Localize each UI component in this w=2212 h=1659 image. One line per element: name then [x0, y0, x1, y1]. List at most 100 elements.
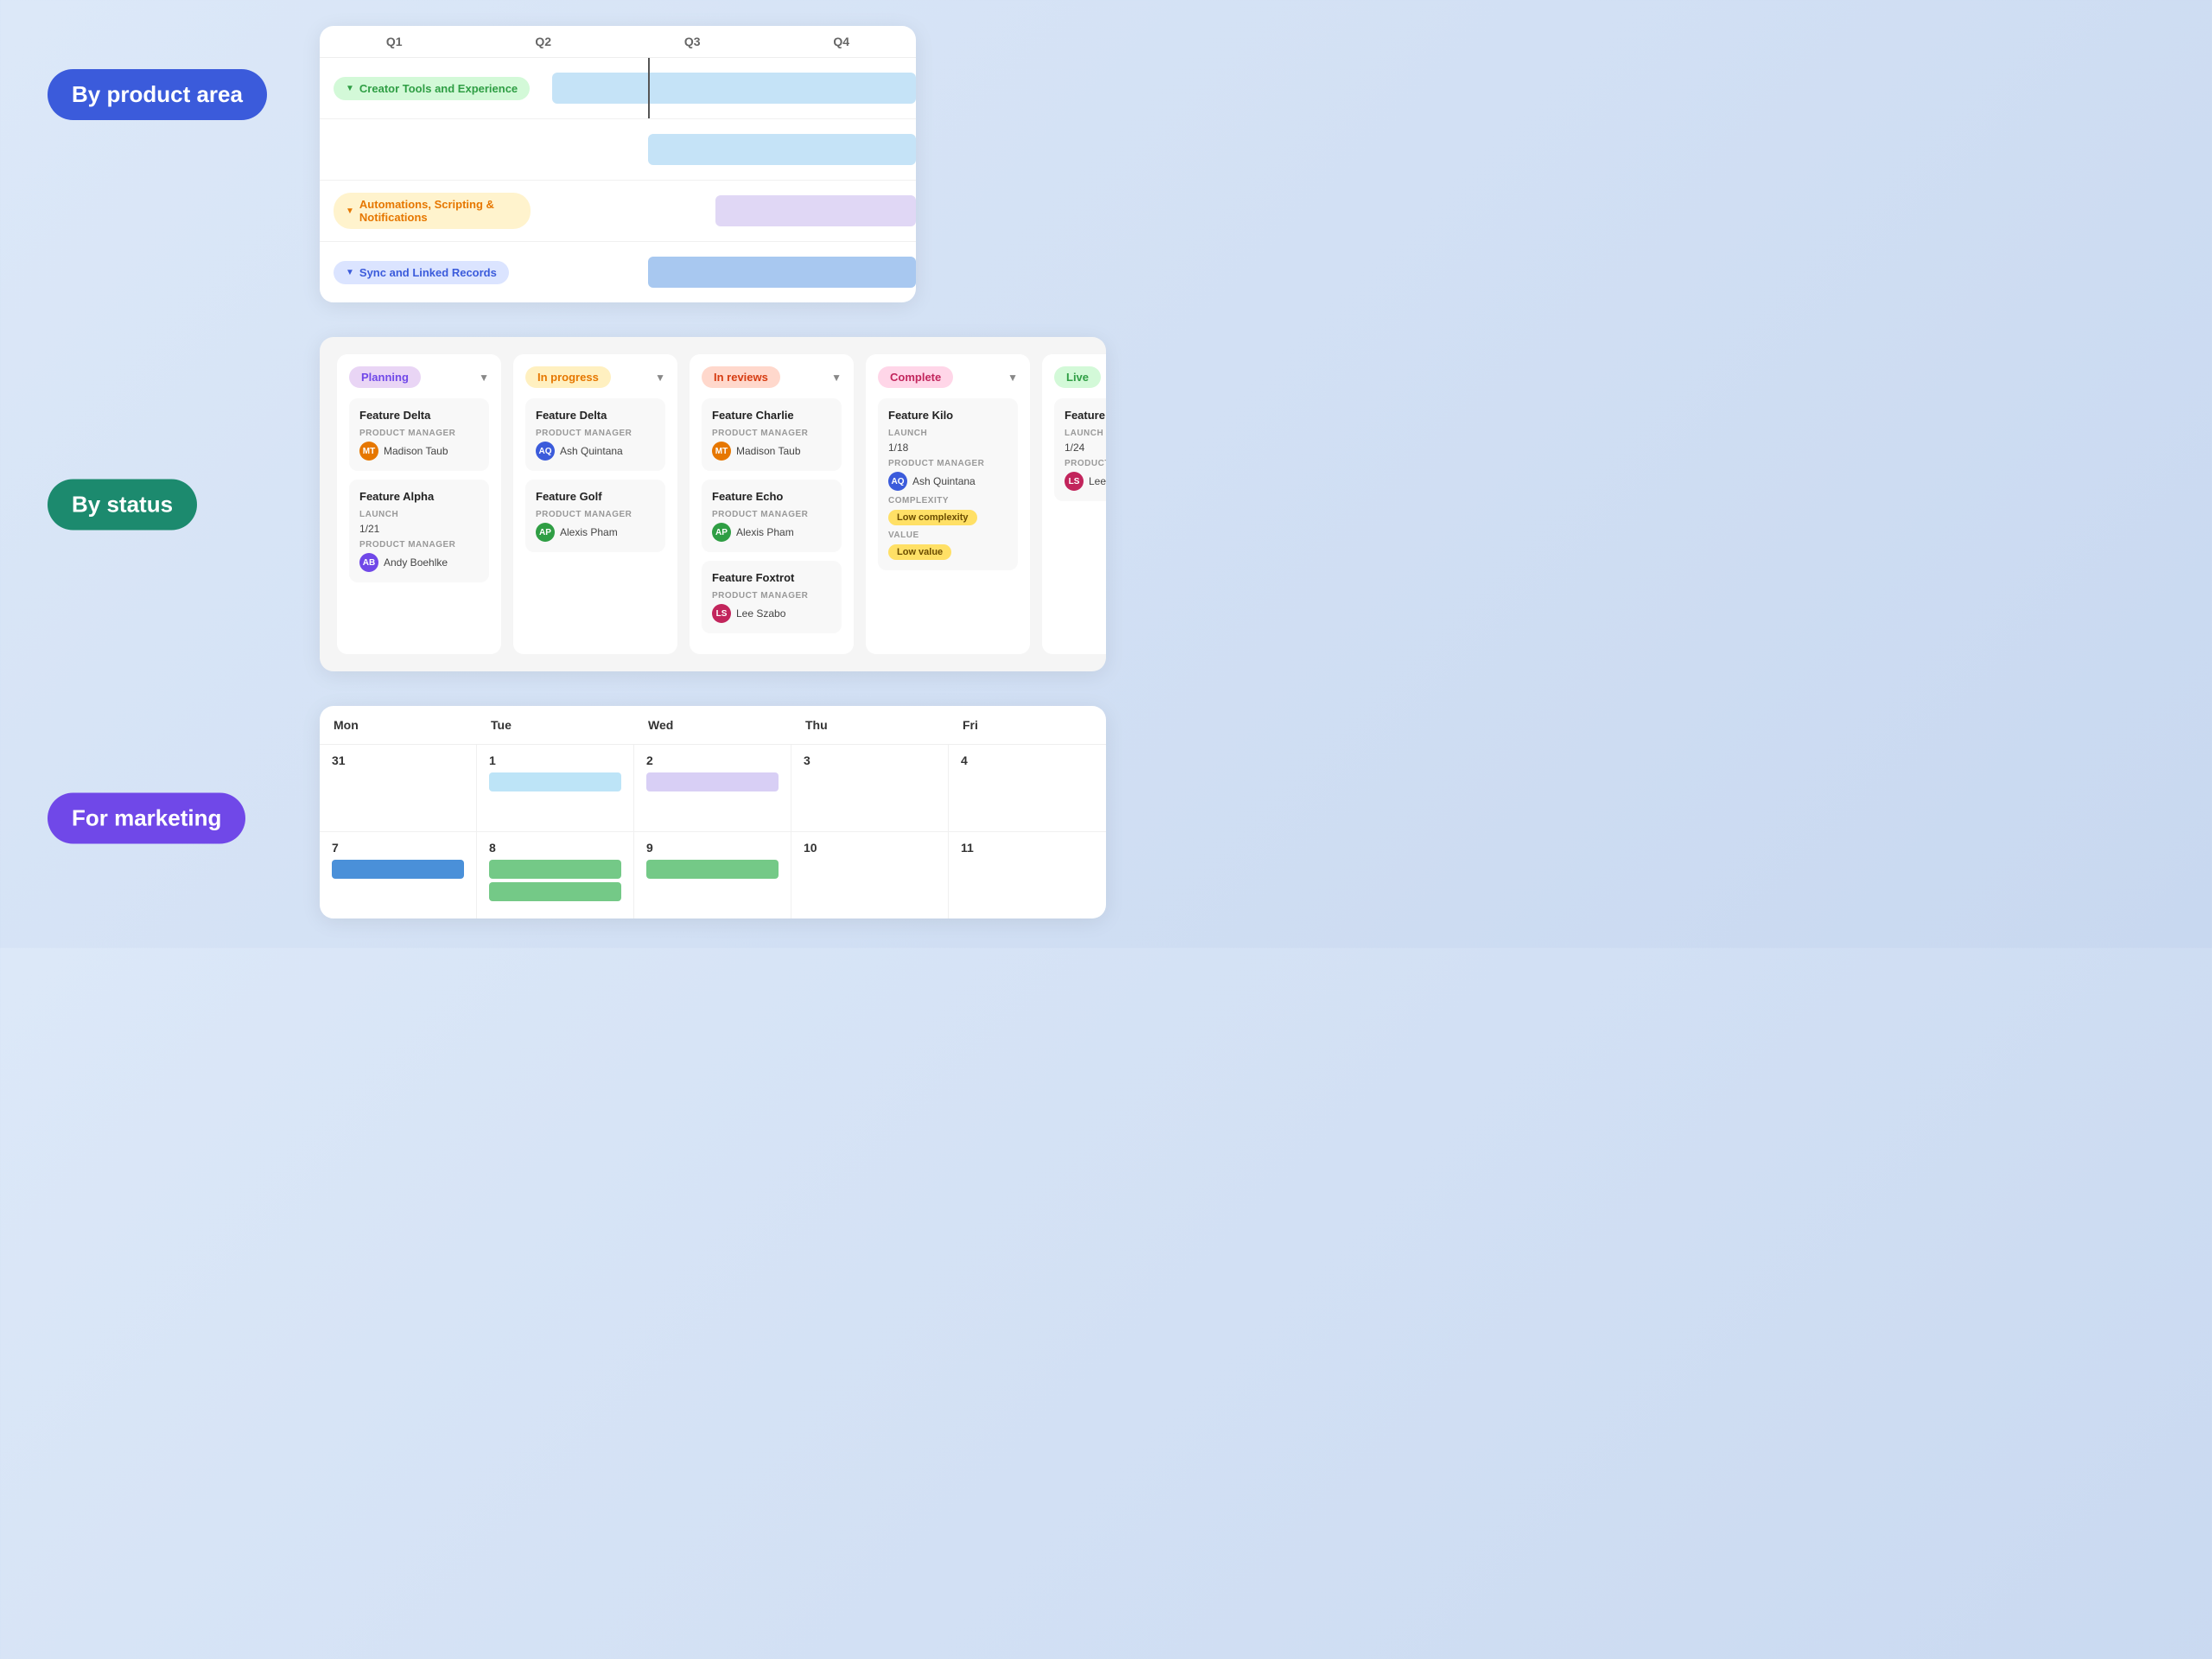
chevron-icon: ▼ [346, 84, 354, 93]
avatar-row: AQ Ash Quintana [888, 472, 1007, 491]
cal-cell: 9 [634, 832, 791, 918]
cal-cell: 1 [477, 745, 634, 831]
kanban-column-live: Live Feature Juliett LAUNCH 1/24 PRODUCT… [1042, 354, 1106, 654]
meta-value: 1/21 [359, 523, 479, 535]
gantt-label-automations: ▼ Automations, Scripting & Notifications [320, 181, 544, 241]
item-title: Feature Echo [712, 490, 831, 503]
meta-label: LAUNCH [1065, 429, 1106, 438]
meta-label: PRODUCT MANAGER [536, 429, 655, 438]
in-progress-header: In progress ▼ [525, 366, 665, 388]
avatar: AB [359, 553, 378, 572]
by-product-area-label: By product area [48, 69, 267, 120]
gantt-q4: Q4 [767, 35, 917, 48]
meta-label: COMPLEXITY [888, 496, 1007, 505]
in-progress-dropdown-icon[interactable]: ▼ [655, 372, 665, 384]
kanban-column-planning: Planning ▼ Feature Delta PRODUCT MANAGER… [337, 354, 501, 654]
avatar: MT [359, 442, 378, 461]
avatar-row: LS Lee Szabo [1065, 472, 1106, 491]
meta-value: 1/18 [888, 442, 1007, 454]
calendar-event [332, 860, 464, 879]
cal-cell: 7 [320, 832, 477, 918]
gantt-bar-area-3 [544, 181, 916, 241]
meta-label: LAUNCH [359, 510, 479, 519]
kanban-item[interactable]: Feature Echo PRODUCT MANAGER AP Alexis P… [702, 480, 842, 552]
meta-label: PRODUCT MANAGER [359, 540, 479, 550]
item-title: Feature Juliett [1065, 409, 1106, 422]
calendar-week-2: 7 8 9 10 11 [320, 832, 1106, 918]
avatar: AP [536, 523, 555, 542]
cal-header-mon: Mon [320, 706, 477, 744]
creator-tools-pill[interactable]: ▼ Creator Tools and Experience [334, 77, 530, 100]
gantt-q1: Q1 [320, 35, 469, 48]
meta-value: Alexis Pham [736, 526, 794, 538]
calendar-event [489, 860, 621, 879]
gantt-bar-area-4 [544, 242, 916, 302]
complete-dropdown-icon[interactable]: ▼ [1007, 372, 1018, 384]
meta-label: PRODUCT MANAGER [712, 591, 831, 601]
avatar-row: MT Madison Taub [359, 442, 479, 461]
in-progress-badge: In progress [525, 366, 611, 388]
in-reviews-badge: In reviews [702, 366, 780, 388]
meta-label: PRODUCT MANAGER [536, 510, 655, 519]
gantt-header: Q1 Q2 Q3 Q4 [320, 26, 916, 58]
meta-label: PRODUCT MANAGER [712, 510, 831, 519]
gantt-label-empty [320, 137, 544, 162]
calendar-event [489, 772, 621, 791]
item-title: Feature Kilo [888, 409, 1007, 422]
item-title: Feature Foxtrot [712, 571, 831, 584]
gantt-q3: Q3 [618, 35, 767, 48]
item-title: Feature Charlie [712, 409, 831, 422]
kanban-item[interactable]: Feature Foxtrot PRODUCT MANAGER LS Lee S… [702, 561, 842, 633]
meta-label: PRODUCT MANAGER [712, 429, 831, 438]
avatar: AQ [888, 472, 907, 491]
avatar-row: LS Lee Szabo [712, 604, 831, 623]
gantt-card: Q1 Q2 Q3 Q4 ▼ Creator Tools and Experien… [320, 26, 916, 302]
complete-header: Complete ▼ [878, 366, 1018, 388]
kanban-board: Planning ▼ Feature Delta PRODUCT MANAGER… [320, 337, 1106, 671]
cal-date: 7 [332, 841, 464, 855]
kanban-item[interactable]: Feature Juliett LAUNCH 1/24 PRODUCT MANA… [1054, 398, 1106, 501]
chevron-icon: ▼ [346, 207, 354, 216]
by-status-label: By status [48, 479, 197, 530]
cal-cell: 11 [949, 832, 1106, 918]
cal-date: 11 [961, 841, 1094, 855]
gantt-bar-area-2 [544, 119, 916, 180]
calendar-event [489, 882, 621, 901]
kanban-item[interactable]: Feature Golf PRODUCT MANAGER AP Alexis P… [525, 480, 665, 552]
meta-value: Alexis Pham [560, 526, 618, 538]
gantt-label-creator-tools: ▼ Creator Tools and Experience [320, 65, 544, 112]
for-marketing-label: For marketing [48, 793, 245, 844]
meta-value: Lee Szabo [1089, 475, 1106, 487]
gantt-bar-area-1 [544, 58, 916, 118]
calendar-card: Mon Tue Wed Thu Fri 31 1 2 3 4 [320, 706, 1106, 918]
in-reviews-dropdown-icon[interactable]: ▼ [831, 372, 842, 384]
cal-date: 9 [646, 841, 779, 855]
section-for-marketing: For marketing Mon Tue Wed Thu Fri 31 1 2 [0, 689, 1106, 948]
kanban-item[interactable]: Feature Alpha LAUNCH 1/21 PRODUCT MANAGE… [349, 480, 489, 582]
kanban-column-in-progress: In progress ▼ Feature Delta PRODUCT MANA… [513, 354, 677, 654]
planning-dropdown-icon[interactable]: ▼ [479, 372, 489, 384]
gantt-row-empty [320, 119, 916, 181]
kanban-column-in-reviews: In reviews ▼ Feature Charlie PRODUCT MAN… [690, 354, 854, 654]
kanban-item[interactable]: Feature Delta PRODUCT MANAGER MT Madison… [349, 398, 489, 471]
value-badge: Low value [888, 544, 951, 560]
meta-value: Ash Quintana [560, 445, 623, 457]
section-by-status: By status Planning ▼ Feature Delta PRODU… [0, 320, 1106, 689]
in-reviews-header: In reviews ▼ [702, 366, 842, 388]
avatar-row: AP Alexis Pham [536, 523, 655, 542]
cal-header-wed: Wed [634, 706, 791, 744]
gantt-row-creator-tools: ▼ Creator Tools and Experience [320, 58, 916, 119]
kanban-item[interactable]: Feature Charlie PRODUCT MANAGER MT Madis… [702, 398, 842, 471]
gantt-label-sync: ▼ Sync and Linked Records [320, 249, 544, 296]
avatar-row: AP Alexis Pham [712, 523, 831, 542]
complete-badge: Complete [878, 366, 953, 388]
cal-cell: 3 [791, 745, 949, 831]
meta-value: Lee Szabo [736, 607, 785, 620]
sync-pill[interactable]: ▼ Sync and Linked Records [334, 261, 509, 284]
calendar-week-1: 31 1 2 3 4 [320, 745, 1106, 832]
automations-pill[interactable]: ▼ Automations, Scripting & Notifications [334, 193, 531, 229]
avatar: LS [1065, 472, 1084, 491]
cal-date: 3 [804, 753, 936, 767]
kanban-item[interactable]: Feature Kilo LAUNCH 1/18 PRODUCT MANAGER… [878, 398, 1018, 570]
kanban-item[interactable]: Feature Delta PRODUCT MANAGER AQ Ash Qui… [525, 398, 665, 471]
